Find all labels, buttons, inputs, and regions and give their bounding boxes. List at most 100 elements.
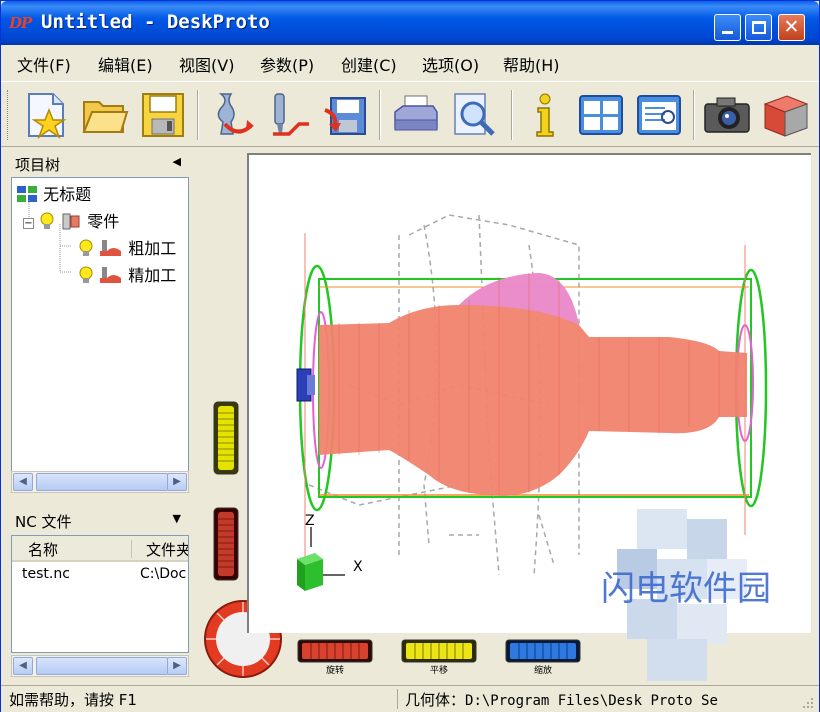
menu-view[interactable]: 视图(V) bbox=[179, 52, 234, 76]
render-cube-icon bbox=[763, 95, 809, 137]
finishing-button[interactable] bbox=[263, 90, 311, 140]
info-button[interactable] bbox=[521, 90, 569, 140]
minimize-button[interactable] bbox=[714, 14, 741, 41]
tree-item-finishing[interactable]: 精加工 bbox=[78, 262, 176, 286]
nc-horizontal-scrollbar[interactable]: ◀ ▶ bbox=[11, 655, 189, 677]
collapse-minus-icon[interactable]: − bbox=[23, 218, 34, 229]
table-row[interactable]: test.nc C:\Doc bbox=[12, 566, 188, 586]
list-view-icon bbox=[637, 95, 681, 135]
part-icon bbox=[62, 213, 80, 230]
dropdown-arrow-icon[interactable]: ▼ bbox=[173, 512, 181, 525]
nc-list-header: 名称 文件夹 bbox=[12, 536, 188, 562]
vertical-wheel-red[interactable] bbox=[213, 507, 239, 581]
axis-x-label: X bbox=[353, 559, 363, 575]
menu-edit[interactable]: 编辑(E) bbox=[98, 52, 153, 76]
resize-grip-icon[interactable] bbox=[801, 696, 815, 710]
roughing-button[interactable] bbox=[207, 90, 255, 140]
operation-icon bbox=[100, 267, 122, 283]
pan-wheel-label: 平移 bbox=[429, 666, 448, 676]
scroll-right-icon[interactable]: ▶ bbox=[167, 473, 187, 491]
print-button[interactable] bbox=[391, 90, 439, 140]
save-button[interactable] bbox=[139, 90, 187, 140]
new-button[interactable] bbox=[23, 90, 71, 140]
open-folder-icon bbox=[82, 101, 129, 133]
app-window: DP Untitled - DeskProto ✕ 文件(F) 编辑(E) 视图… bbox=[0, 0, 820, 712]
menu-help[interactable]: 帮助(H) bbox=[503, 52, 560, 76]
window-title: Untitled - DeskProto bbox=[41, 11, 270, 33]
app-icon[interactable]: DP bbox=[9, 14, 33, 32]
axis-z-label: Z bbox=[305, 513, 315, 529]
print-preview-button[interactable] bbox=[449, 90, 497, 140]
status-help-text: 如需帮助，请按 F1 bbox=[9, 691, 137, 709]
column-divider[interactable] bbox=[131, 540, 132, 558]
close-button[interactable]: ✕ bbox=[778, 14, 805, 41]
scroll-left-icon[interactable]: ◀ bbox=[13, 473, 33, 491]
tree-item-label: 粗加工 bbox=[128, 239, 177, 258]
pan-wheel[interactable] bbox=[401, 639, 477, 663]
maximize-icon bbox=[752, 21, 766, 34]
tree-pane-header: 项目树 ◀ bbox=[11, 151, 189, 177]
status-geometry-path: D:\Program Files\Desk Proto Se bbox=[465, 693, 718, 709]
nc-file-list: 名称 文件夹 test.nc C:\Doc bbox=[11, 535, 189, 653]
toolbar-grip[interactable] bbox=[7, 90, 10, 140]
vertical-wheel-yellow[interactable] bbox=[213, 401, 239, 475]
status-bar: 如需帮助，请按 F1 几何体：D:\Program Files\Desk Pro… bbox=[1, 685, 819, 712]
zoom-wheel[interactable] bbox=[505, 639, 581, 663]
save-nc-icon bbox=[324, 97, 366, 135]
scroll-right-icon[interactable]: ▶ bbox=[167, 657, 187, 675]
operation-icon bbox=[100, 240, 122, 256]
project-tree: 无标题 − 零件 粗加工 精加工 bbox=[11, 177, 189, 473]
toolbar-separator bbox=[693, 90, 695, 140]
status-divider bbox=[397, 689, 398, 709]
scroll-left-icon[interactable]: ◀ bbox=[13, 657, 33, 675]
window-layout-icon bbox=[579, 95, 623, 135]
finishing-toolpath-icon bbox=[273, 93, 309, 136]
new-icon bbox=[28, 93, 67, 139]
scroll-thumb[interactable] bbox=[36, 473, 168, 491]
print-icon bbox=[394, 95, 438, 131]
bulb-icon bbox=[79, 266, 93, 283]
tree-horizontal-scrollbar[interactable]: ◀ ▶ bbox=[11, 471, 189, 493]
nc-file-name: test.nc bbox=[22, 566, 70, 582]
tree-item-part[interactable]: − 零件 bbox=[23, 208, 119, 232]
collapse-arrow-icon[interactable]: ◀ bbox=[173, 155, 181, 168]
menu-parameters[interactable]: 参数(P) bbox=[260, 52, 314, 76]
toolbar-separator bbox=[511, 90, 513, 140]
zoom-wheel-label: 缩放 bbox=[533, 666, 552, 676]
rotate-wheel-label: 旋转 bbox=[325, 666, 344, 676]
column-header-folder[interactable]: 文件夹 bbox=[146, 539, 188, 560]
tree-item-label: 精加工 bbox=[128, 266, 177, 285]
save-nc-button[interactable] bbox=[321, 90, 369, 140]
toolbar-separator bbox=[379, 90, 381, 140]
camera-button[interactable] bbox=[703, 90, 751, 140]
status-geometry-label: 几何体： bbox=[405, 691, 466, 709]
print-preview-icon bbox=[454, 93, 495, 136]
status-geometry: 几何体：D:\Program Files\Desk Proto Se bbox=[405, 689, 718, 710]
maximize-button[interactable] bbox=[745, 14, 772, 41]
nc-pane-title: NC 文件 bbox=[15, 513, 72, 531]
info-icon bbox=[536, 93, 554, 137]
list-view-button[interactable] bbox=[635, 90, 683, 140]
roughing-toolpath-icon bbox=[217, 93, 254, 135]
nc-file-folder: C:\Doc bbox=[140, 566, 187, 582]
open-button[interactable] bbox=[81, 90, 129, 140]
tree-item-roughing[interactable]: 粗加工 bbox=[78, 235, 176, 259]
close-icon: ✕ bbox=[783, 16, 800, 38]
watermark-text: 闪电软件园 bbox=[601, 569, 771, 609]
menu-create[interactable]: 创建(C) bbox=[341, 52, 397, 76]
tree-pane-title: 项目树 bbox=[15, 156, 61, 174]
bulb-icon bbox=[40, 212, 54, 229]
rotate-wheel[interactable] bbox=[297, 639, 373, 663]
column-header-name[interactable]: 名称 bbox=[28, 539, 58, 560]
menu-file[interactable]: 文件(F) bbox=[17, 52, 71, 76]
render-button[interactable] bbox=[761, 90, 809, 140]
title-bar[interactable]: DP Untitled - DeskProto ✕ bbox=[1, 1, 819, 45]
toolbar-separator bbox=[197, 90, 199, 140]
camera-icon bbox=[704, 97, 750, 133]
layout-button[interactable] bbox=[577, 90, 625, 140]
menu-options[interactable]: 选项(O) bbox=[422, 52, 479, 76]
minimize-icon bbox=[722, 31, 733, 34]
scroll-thumb[interactable] bbox=[36, 657, 168, 675]
nc-pane-header: NC 文件 ▼ bbox=[11, 508, 189, 534]
tree-item-label: 零件 bbox=[87, 212, 120, 231]
